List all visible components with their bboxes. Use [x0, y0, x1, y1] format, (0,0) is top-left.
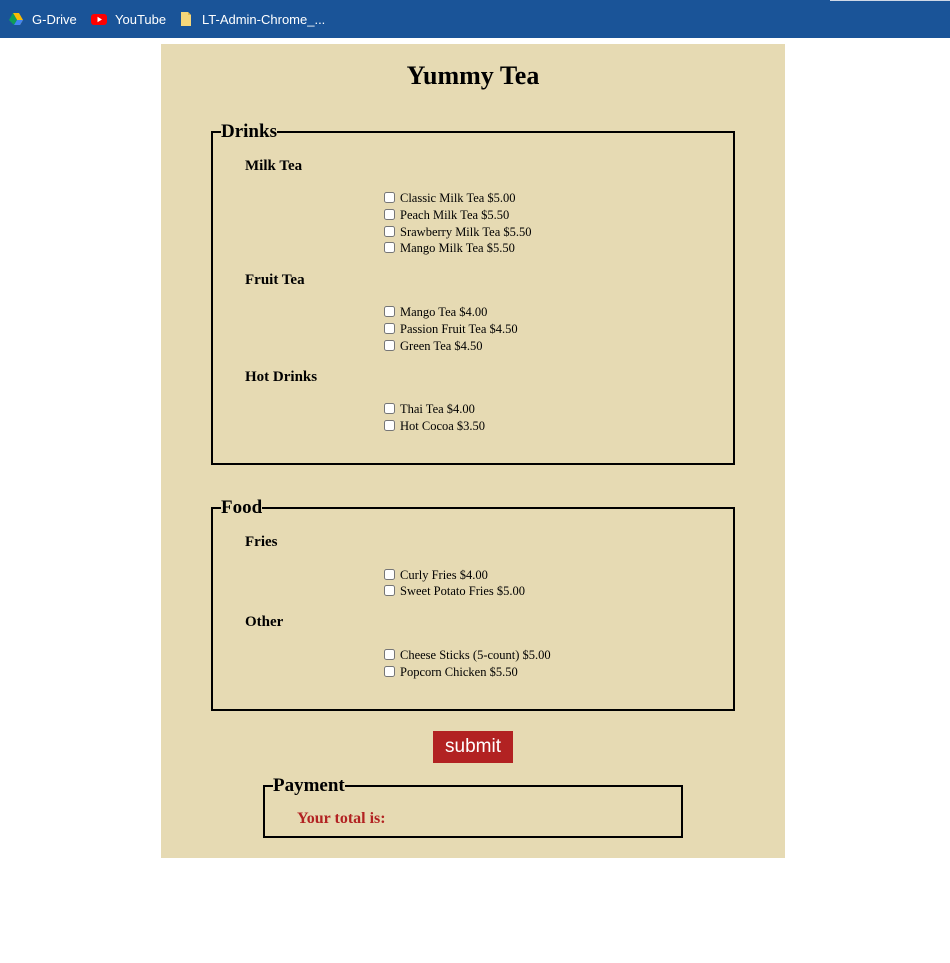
menu-item[interactable]: Passion Fruit Tea $4.50 — [384, 321, 518, 337]
bookmarks-bar-edge — [830, 0, 950, 1]
drinks-legend: Drinks — [221, 121, 277, 142]
menu-item[interactable]: Hot Cocoa $3.50 — [384, 418, 485, 434]
food-fieldset: Food Fries Curly Fries $4.00 Sweet Potat… — [211, 498, 735, 711]
item-label: Mango Milk Tea $5.50 — [400, 240, 515, 255]
item-checkbox[interactable] — [384, 419, 395, 431]
group-title-fruit-tea: Fruit Tea — [245, 272, 305, 288]
menu-item[interactable]: Srawberry Milk Tea $5.50 — [384, 224, 532, 240]
bookmark-label: G-Drive — [32, 11, 77, 27]
item-checkbox[interactable] — [384, 305, 395, 317]
bookmark-label: LT-Admin-Chrome_... — [202, 11, 326, 27]
item-label: Popcorn Chicken $5.50 — [400, 664, 518, 679]
group-title-hot-drinks: Hot Drinks — [245, 369, 318, 385]
drinks-fieldset: Drinks Milk Tea Classic Milk Tea $5.00 P… — [211, 122, 735, 465]
bookmark-g-drive[interactable]: G-Drive — [8, 10, 77, 28]
menu-item[interactable]: Mango Milk Tea $5.50 — [384, 240, 515, 256]
menu-item[interactable]: Classic Milk Tea $5.00 — [384, 190, 516, 206]
payment-fieldset: Payment Your total is: — [263, 776, 683, 838]
item-label: Classic Milk Tea $5.00 — [400, 190, 516, 205]
file-icon — [178, 11, 194, 27]
group-title-fries: Fries — [245, 534, 278, 550]
item-label: Passion Fruit Tea $4.50 — [400, 321, 518, 336]
menu-item[interactable]: Sweet Potato Fries $5.00 — [384, 583, 525, 599]
food-legend: Food — [221, 497, 263, 518]
bookmark-label: YouTube — [115, 11, 167, 27]
bookmark-youtube[interactable]: YouTube — [91, 10, 166, 28]
menu-item[interactable]: Thai Tea $4.00 — [384, 401, 475, 417]
menu-item[interactable]: Green Tea $4.50 — [384, 338, 483, 354]
menu-item[interactable]: Peach Milk Tea $5.50 — [384, 207, 509, 223]
item-label: Thai Tea $4.00 — [400, 401, 475, 416]
menu-item[interactable]: Cheese Sticks (5-count) $5.00 — [384, 647, 551, 663]
order-form-panel: Yummy Tea Drinks Milk Tea Classic Milk T… — [161, 44, 785, 858]
item-label: Srawberry Milk Tea $5.50 — [400, 224, 532, 239]
item-label: Green Tea $4.50 — [400, 338, 483, 353]
menu-item[interactable]: Curly Fries $4.00 — [384, 567, 488, 583]
payment-legend: Payment — [273, 775, 345, 796]
group-title-milk-tea: Milk Tea — [245, 158, 303, 174]
item-checkbox[interactable] — [384, 339, 395, 351]
item-checkbox[interactable] — [384, 191, 395, 203]
item-checkbox[interactable] — [384, 665, 395, 677]
item-label: Curly Fries $4.00 — [400, 567, 488, 582]
page-title: Yummy Tea — [406, 61, 540, 90]
item-checkbox[interactable] — [384, 402, 395, 414]
youtube-icon — [91, 11, 107, 27]
item-label: Cheese Sticks (5-count) $5.00 — [400, 647, 551, 662]
bookmark-lt-admin-chrome[interactable]: LT-Admin-Chrome_... — [178, 10, 325, 28]
menu-item[interactable]: Mango Tea $4.00 — [384, 304, 487, 320]
submit-button[interactable]: submit — [433, 731, 513, 763]
group-title-other: Other — [245, 614, 284, 630]
google-drive-icon — [8, 11, 24, 27]
item-label: Peach Milk Tea $5.50 — [400, 207, 510, 222]
item-checkbox[interactable] — [384, 208, 395, 220]
item-checkbox[interactable] — [384, 584, 395, 596]
item-checkbox[interactable] — [384, 322, 395, 334]
item-label: Mango Tea $4.00 — [400, 304, 488, 319]
bookmarks-bar: G-Drive YouTube LT-Admin-Chrome_... — [0, 0, 950, 38]
menu-item[interactable]: Popcorn Chicken $5.50 — [384, 664, 518, 680]
total-label: Your total is: — [297, 810, 386, 827]
item-label: Hot Cocoa $3.50 — [400, 418, 486, 433]
item-checkbox[interactable] — [384, 241, 395, 253]
item-label: Sweet Potato Fries $5.00 — [400, 583, 525, 598]
item-checkbox[interactable] — [384, 225, 395, 237]
item-checkbox[interactable] — [384, 648, 395, 660]
item-checkbox[interactable] — [384, 568, 395, 580]
